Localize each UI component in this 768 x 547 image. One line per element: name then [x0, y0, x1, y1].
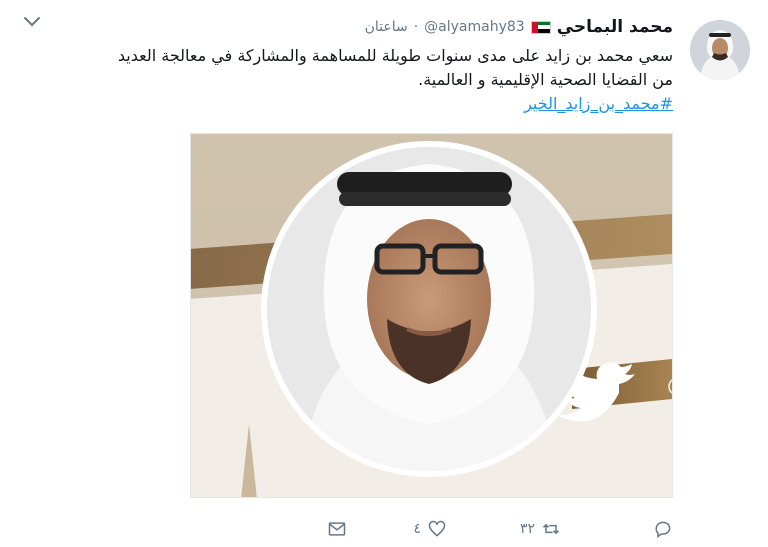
- user-handle[interactable]: @alyamahy83: [424, 19, 525, 35]
- tweet-card[interactable]: محمد البماحي @alyamahy83 · ساعتان سعي مح…: [0, 0, 768, 547]
- avatar-photo: [690, 20, 750, 80]
- retweet-icon: [542, 523, 560, 535]
- media-partial-text: @: [667, 373, 672, 397]
- reply-icon: [655, 521, 671, 538]
- tweet-actions: ٣٢ ٤: [93, 518, 673, 542]
- message-button[interactable]: [327, 518, 347, 540]
- timestamp[interactable]: ساعتان: [365, 19, 408, 35]
- tweet-text-line: سعي محمد بن زايد على مدى سنوات طويلة للم…: [117, 46, 673, 65]
- tweet-header: محمد البماحي @alyamahy83 · ساعتان: [365, 16, 673, 38]
- reply-button[interactable]: [647, 518, 673, 540]
- chevron-down-icon[interactable]: [22, 14, 42, 28]
- tweet-text-line: من القضايا الصحية الإقليمية و العالمية.: [418, 70, 673, 89]
- uae-flag-icon: [530, 20, 551, 34]
- envelope-icon: [328, 522, 346, 536]
- hashtag-link[interactable]: #محمد_بن_زايد_الخير: [13, 92, 673, 116]
- separator-dot: ·: [413, 19, 419, 35]
- heart-icon: [428, 520, 446, 537]
- avatar[interactable]: [690, 20, 750, 80]
- display-name[interactable]: محمد البماحي: [557, 17, 673, 37]
- media-photo: @: [191, 134, 672, 497]
- retweet-count: ٣٢: [519, 521, 535, 537]
- like-button[interactable]: ٤: [413, 518, 447, 540]
- tweet-media-image[interactable]: @: [190, 133, 673, 498]
- retweet-button[interactable]: ٣٢: [520, 518, 561, 540]
- like-count: ٤: [413, 521, 421, 537]
- tweet-text: سعي محمد بن زايد على مدى سنوات طويلة للم…: [13, 44, 673, 116]
